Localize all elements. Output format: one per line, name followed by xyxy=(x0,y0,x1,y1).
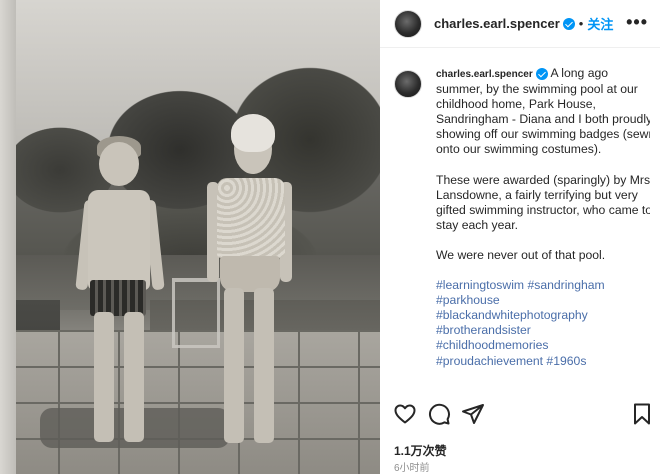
caption-avatar[interactable] xyxy=(394,70,422,98)
comment-icon[interactable] xyxy=(427,402,451,426)
hashtag-line-4[interactable]: #brotherandsister xyxy=(436,323,650,338)
photo-chair xyxy=(172,278,220,348)
caption-area: charles.earl.spencer A long ago summer, … xyxy=(394,66,650,396)
caption-paragraph-2: These were awarded (sparingly) by Mrs La… xyxy=(436,172,650,232)
heart-icon[interactable] xyxy=(393,402,417,426)
caption-username[interactable]: charles.earl.spencer xyxy=(436,69,533,80)
photo-frame-edge xyxy=(0,0,16,474)
hashtag-line-2[interactable]: #parkhouse xyxy=(436,293,650,308)
more-options-icon[interactable]: ••• xyxy=(626,12,648,33)
verified-badge-icon xyxy=(562,17,575,30)
hashtag-line-6[interactable]: #proudachievement #1960s xyxy=(436,354,650,369)
hashtag-line-1[interactable]: #learningtoswim #sandringham xyxy=(436,278,650,293)
separator-dot: • xyxy=(578,16,584,31)
post-photo[interactable] xyxy=(0,0,380,474)
like-count[interactable]: 1.1万次赞 xyxy=(394,442,447,459)
post-header: charles.earl.spencer • 关注 ••• xyxy=(380,0,660,48)
caption-paragraph-3: We were never out of that pool. xyxy=(436,247,606,262)
caption-verified-badge-icon xyxy=(535,67,548,80)
bookmark-icon[interactable] xyxy=(630,402,654,426)
follow-button[interactable]: 关注 xyxy=(587,14,613,33)
caption-text: charles.earl.spencer A long ago summer, … xyxy=(436,66,650,369)
post-timestamp[interactable]: 6小时前 xyxy=(394,459,430,474)
action-bar xyxy=(380,402,660,432)
share-icon[interactable] xyxy=(461,402,485,426)
caption-paragraph-1: charles.earl.spencer A long ago summer, … xyxy=(436,66,650,158)
avatar[interactable] xyxy=(394,9,422,38)
header-username[interactable]: charles.earl.spencer xyxy=(434,16,560,31)
photo-paving xyxy=(0,330,380,474)
hashtag-line-5[interactable]: #childhoodmemories xyxy=(436,338,650,353)
post-sidebar: charles.earl.spencer • 关注 ••• charles.ea… xyxy=(380,0,660,474)
hashtag-list: #learningtoswim #sandringham #parkhouse … xyxy=(436,278,650,369)
hashtag-line-3[interactable]: #blackandwhitephotography xyxy=(436,308,650,323)
